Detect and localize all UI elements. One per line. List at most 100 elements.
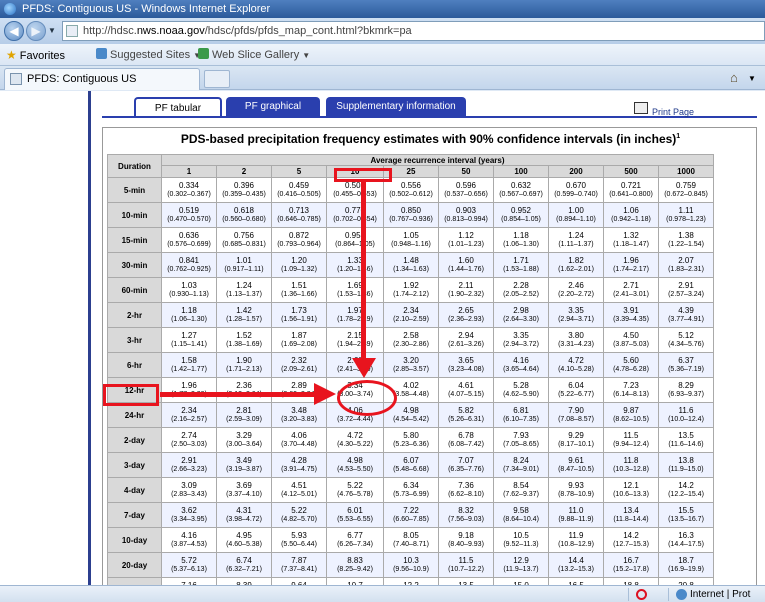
suggested-sites-icon xyxy=(96,48,107,59)
new-tab-button[interactable] xyxy=(204,70,230,88)
estimate-value: 0.503 xyxy=(344,181,366,190)
printer-icon[interactable] xyxy=(634,102,648,114)
estimate-value: 3.35 xyxy=(513,331,529,340)
confidence-interval: (3.20–3.83) xyxy=(281,416,317,423)
table-cell: 11.5 (10.7–12.2) xyxy=(438,552,494,578)
tab-pf-graphical[interactable]: PF graphical xyxy=(226,97,320,117)
web-slice-gallery-link[interactable]: Web Slice Gallery ▼ xyxy=(198,44,310,66)
estimate-value: 7.22 xyxy=(403,506,419,515)
table-cell: 7.93 (7.05–8.65) xyxy=(493,427,549,453)
chevron-down-icon[interactable]: ▼ xyxy=(748,74,756,83)
estimate-value: 2.74 xyxy=(181,431,197,440)
confidence-interval: (3.65–4.64) xyxy=(503,366,539,373)
table-cell: 18.8(17.4–20.0) xyxy=(603,577,659,585)
confidence-interval: (4.30–5.22) xyxy=(337,441,373,448)
estimate-value: 2.81 xyxy=(236,406,252,415)
confidence-interval: (2.09–2.61) xyxy=(281,366,317,373)
status-bar: Internet | Prot xyxy=(0,585,765,602)
print-page-link[interactable]: Print Page xyxy=(652,107,694,117)
table-row: 3-day 2.91 (2.66–3.23) 3.49 (3.19–3.87) 4.28(… xyxy=(107,452,714,478)
estimate-value: 0.756 xyxy=(233,231,255,240)
confidence-interval: (3.70–4.48) xyxy=(281,441,317,448)
table-cell: 11.5 (9.94–12.4) xyxy=(603,427,659,453)
table-cell: 2.81 (2.59–3.09) xyxy=(216,402,272,428)
confidence-interval: (16.9–19.9) xyxy=(668,566,704,573)
estimate-value: 5.22 xyxy=(347,481,363,490)
confidence-interval: (0.767–0.936) xyxy=(389,216,433,223)
table-row: 10-min 0.519 (0.470–0.570) 0.618 (0.560–0.68… xyxy=(107,202,714,228)
chevron-down-icon[interactable]: ▼ xyxy=(48,26,56,35)
tab-pf-tabular[interactable]: PF tabular xyxy=(134,97,222,117)
column-header-100: 100 xyxy=(493,165,549,178)
confidence-interval: (0.942–1.18) xyxy=(611,216,651,223)
table-cell: 4.72 (4.30–5.22) xyxy=(326,427,384,453)
table-cell: 13.5(12.7–14.4) xyxy=(438,577,494,585)
confidence-interval: (4.76–5.78) xyxy=(337,491,373,498)
row-24hr-highlight-box xyxy=(103,384,159,406)
confidence-interval: (1.13–1.37) xyxy=(226,291,262,298)
table-cell: 3.20 (2.85–3.57) xyxy=(383,352,439,378)
column-header-200: 200 xyxy=(548,165,604,178)
table-row: 2-hr 1.18 (1.06–1.30) 1.42 (1.28–1.57) 1.73 (1… xyxy=(107,302,714,328)
table-cell: 2.07 (1.83–2.31) xyxy=(658,252,714,278)
estimate-value: 13.4 xyxy=(623,506,639,515)
confidence-interval: (0.685–0.831) xyxy=(222,241,266,248)
back-button[interactable]: ◀ xyxy=(4,21,24,41)
browser-tab[interactable]: PFDS: Contiguous US xyxy=(4,68,200,90)
row-header: 2-hr xyxy=(107,302,162,328)
table-cell: 13.4 (11.8–14.4) xyxy=(603,502,659,528)
confidence-interval: (1.74–2.12) xyxy=(393,291,429,298)
estimate-value: 1.32 xyxy=(623,231,639,240)
table-cell: 1.96(1.77–2.20) xyxy=(161,377,217,403)
table-cell: 8.05 (7.40–8.71) xyxy=(383,527,439,553)
address-bar[interactable]: http://hdsc.nws.noaa.gov/hdsc/pfds/pfds_… xyxy=(62,21,765,41)
table-cell: 6.34 (5.73–6.99) xyxy=(383,477,439,503)
confidence-interval: (0.793–0.964) xyxy=(277,241,321,248)
suggested-sites-link[interactable]: Suggested Sites▼ xyxy=(96,44,201,66)
confidence-interval: (10.8–12.9) xyxy=(558,541,594,548)
estimate-value: 2.36 xyxy=(236,381,252,390)
table-cell: 7.87 (7.37–8.41) xyxy=(271,552,327,578)
estimate-value: 0.850 xyxy=(400,206,422,215)
confidence-interval: (7.37–8.41) xyxy=(281,566,317,573)
estimate-value: 14.2 xyxy=(623,531,639,540)
estimate-value: 6.78 xyxy=(458,431,474,440)
favorites-button[interactable]: ★ Favorites xyxy=(6,44,65,66)
estimate-value: 2.94 xyxy=(458,331,474,340)
estimate-value: 13.8 xyxy=(678,456,694,465)
home-icon[interactable]: ⌂ xyxy=(730,70,738,85)
estimate-value: 10.5 xyxy=(513,531,529,540)
table-cell: 4.16 (3.65–4.64) xyxy=(493,352,549,378)
forward-button[interactable]: ▶ xyxy=(26,21,46,41)
estimate-value: 4.98 xyxy=(347,456,363,465)
table-cell: 11.9 (10.8–12.9) xyxy=(548,527,604,553)
estimate-value: 7.23 xyxy=(623,381,639,390)
row-header: 6-hr xyxy=(107,352,162,378)
table-row: 24-hr 2.34 (2.16–2.57) 2.81 (2.59–3.09) 3.48(… xyxy=(107,402,714,428)
confidence-interval: (4.07–5.15) xyxy=(448,391,484,398)
table-cell: 14.2 (12.7–15.3) xyxy=(603,527,659,553)
estimate-value: 0.713 xyxy=(288,206,310,215)
security-zone: Internet | Prot xyxy=(690,589,751,600)
table-cell: 9.64(9.08–10.3) xyxy=(271,577,327,585)
popup-blocked-icon[interactable] xyxy=(636,589,647,600)
confidence-interval: (3.77–4.91) xyxy=(668,316,704,323)
column-header-2: 2 xyxy=(216,165,272,178)
table-row: 10-day 4.16 (3.87–4.53) 4.95 (4.60–5.38) 5.93… xyxy=(107,527,714,553)
confidence-interval: (9.94–12.4) xyxy=(613,441,649,448)
confidence-interval: (5.53–6.55) xyxy=(337,516,373,523)
row-header: 3-day xyxy=(107,452,162,478)
table-cell: 2.91 (2.66–3.23) xyxy=(161,452,217,478)
confidence-interval: (3.91–4.75) xyxy=(281,466,317,473)
table-cell: 2.36(2.12–2.64) xyxy=(216,377,272,403)
table-cell: 15.0(13.9–15.9) xyxy=(493,577,549,585)
table-cell: 5.22 (4.82–5.70) xyxy=(271,502,327,528)
confidence-interval: (0.854–1.05) xyxy=(501,216,541,223)
confidence-interval: (8.17–10.1) xyxy=(558,441,594,448)
confidence-interval: (4.78–6.28) xyxy=(613,366,649,373)
web-slice-icon xyxy=(198,48,209,59)
tab-supplementary-information[interactable]: Supplementary information xyxy=(326,97,466,117)
table-cell: 3.80 (3.31–4.23) xyxy=(548,327,604,353)
confidence-interval: (13.2–15.3) xyxy=(558,566,594,573)
row-header: 3-hr xyxy=(107,327,162,353)
